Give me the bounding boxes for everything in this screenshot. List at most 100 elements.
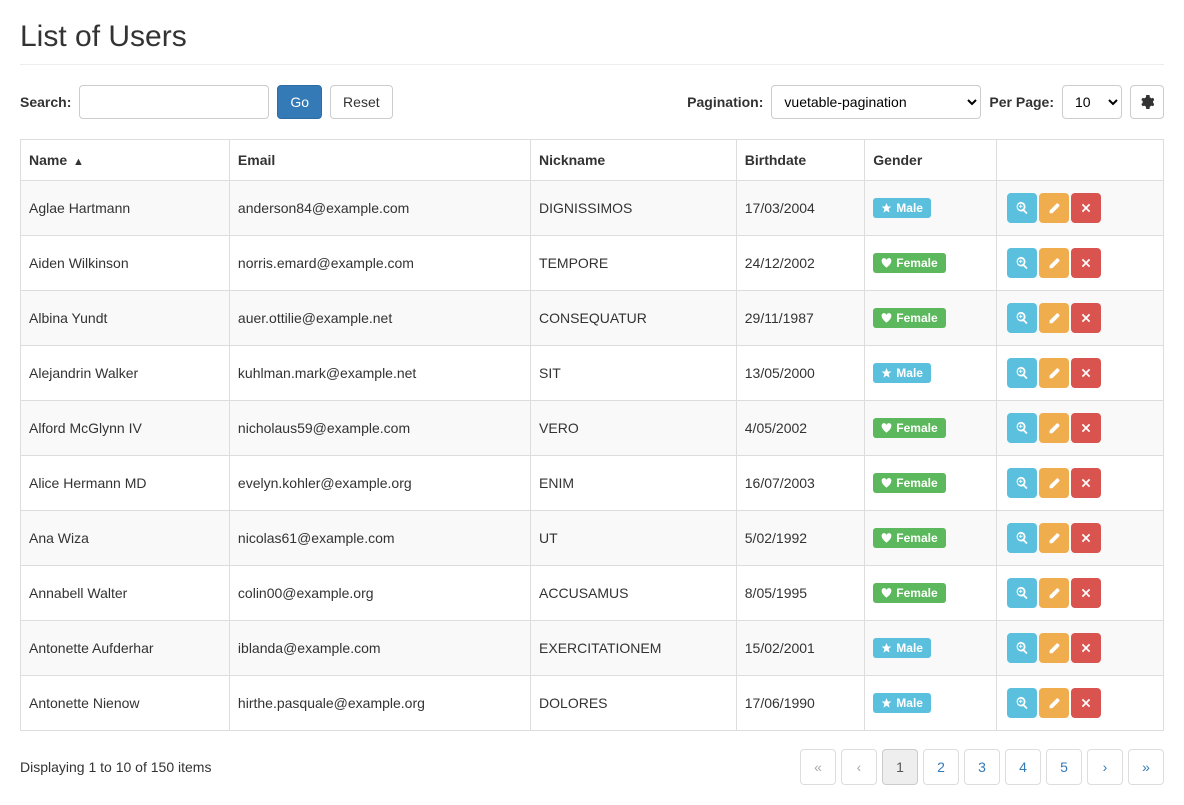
- pagination-label: Pagination:: [687, 94, 763, 110]
- cell-name: Alice Hermann MD: [21, 456, 230, 511]
- cell-birthdate: 16/07/2003: [736, 456, 865, 511]
- zoom-icon: [1015, 696, 1029, 710]
- cell-name: Annabell Walter: [21, 566, 230, 621]
- view-button[interactable]: [1007, 688, 1037, 718]
- cell-name: Alford McGlynn IV: [21, 401, 230, 456]
- edit-button[interactable]: [1039, 303, 1069, 333]
- edit-button[interactable]: [1039, 633, 1069, 663]
- cell-gender: Female: [865, 401, 997, 456]
- view-button[interactable]: [1007, 578, 1037, 608]
- cell-gender: Male: [865, 621, 997, 676]
- view-button[interactable]: [1007, 523, 1037, 553]
- page-number[interactable]: 1: [882, 749, 918, 785]
- edit-button[interactable]: [1039, 688, 1069, 718]
- cell-email: hirthe.pasquale@example.org: [229, 676, 530, 731]
- column-header-birthdate[interactable]: Birthdate: [736, 140, 865, 181]
- edit-button[interactable]: [1039, 413, 1069, 443]
- cell-birthdate: 24/12/2002: [736, 236, 865, 291]
- delete-button[interactable]: [1071, 578, 1101, 608]
- table-row: Aiden Wilkinsonnorris.emard@example.comT…: [21, 236, 1164, 291]
- pagination-select[interactable]: vuetable-pagination: [771, 85, 981, 119]
- edit-button[interactable]: [1039, 248, 1069, 278]
- cell-name: Aiden Wilkinson: [21, 236, 230, 291]
- heart-icon: [881, 313, 892, 324]
- delete-icon: [1079, 366, 1093, 380]
- delete-icon: [1079, 586, 1093, 600]
- pencil-icon: [1047, 311, 1061, 325]
- column-header-gender[interactable]: Gender: [865, 140, 997, 181]
- column-header-nickname[interactable]: Nickname: [531, 140, 737, 181]
- delete-button[interactable]: [1071, 688, 1101, 718]
- page-number[interactable]: 2: [923, 749, 959, 785]
- edit-button[interactable]: [1039, 468, 1069, 498]
- settings-button[interactable]: [1130, 85, 1164, 119]
- table-row: Alford McGlynn IVnicholaus59@example.com…: [21, 401, 1164, 456]
- cell-actions: [997, 511, 1164, 566]
- cell-gender: Female: [865, 456, 997, 511]
- delete-button[interactable]: [1071, 413, 1101, 443]
- table-row: Alice Hermann MDevelyn.kohler@example.or…: [21, 456, 1164, 511]
- reset-button[interactable]: Reset: [330, 85, 393, 119]
- cell-actions: [997, 181, 1164, 236]
- delete-icon: [1079, 696, 1093, 710]
- view-button[interactable]: [1007, 248, 1037, 278]
- cell-birthdate: 15/02/2001: [736, 621, 865, 676]
- cell-birthdate: 13/05/2000: [736, 346, 865, 401]
- column-header-name[interactable]: Name ▲: [21, 140, 230, 181]
- heart-icon: [881, 588, 892, 599]
- gender-badge: Female: [873, 583, 945, 603]
- edit-button[interactable]: [1039, 523, 1069, 553]
- column-header-email[interactable]: Email: [229, 140, 530, 181]
- page-number[interactable]: 4: [1005, 749, 1041, 785]
- page-number[interactable]: 3: [964, 749, 1000, 785]
- cell-name: Aglae Hartmann: [21, 181, 230, 236]
- edit-button[interactable]: [1039, 358, 1069, 388]
- perpage-select[interactable]: 10: [1062, 85, 1122, 119]
- gender-badge: Female: [873, 473, 945, 493]
- view-button[interactable]: [1007, 633, 1037, 663]
- delete-button[interactable]: [1071, 468, 1101, 498]
- pencil-icon: [1047, 476, 1061, 490]
- cell-gender: Male: [865, 676, 997, 731]
- toolbar: Search: Go Reset Pagination: vuetable-pa…: [20, 85, 1164, 119]
- zoom-icon: [1015, 641, 1029, 655]
- zoom-icon: [1015, 531, 1029, 545]
- view-button[interactable]: [1007, 303, 1037, 333]
- view-button[interactable]: [1007, 413, 1037, 443]
- page-prev[interactable]: ‹: [841, 749, 877, 785]
- cell-actions: [997, 291, 1164, 346]
- go-button[interactable]: Go: [277, 85, 322, 119]
- pagination: « ‹ 12345 › »: [800, 749, 1164, 785]
- zoom-icon: [1015, 586, 1029, 600]
- cell-name: Antonette Nienow: [21, 676, 230, 731]
- page-next[interactable]: ›: [1087, 749, 1123, 785]
- view-button[interactable]: [1007, 358, 1037, 388]
- view-button[interactable]: [1007, 193, 1037, 223]
- zoom-icon: [1015, 476, 1029, 490]
- cell-nickname: CONSEQUATUR: [531, 291, 737, 346]
- edit-button[interactable]: [1039, 578, 1069, 608]
- page-title: List of Users: [20, 20, 1164, 54]
- page-last[interactable]: »: [1128, 749, 1164, 785]
- column-header-actions: [997, 140, 1164, 181]
- table-row: Antonette Nienowhirthe.pasquale@example.…: [21, 676, 1164, 731]
- delete-button[interactable]: [1071, 193, 1101, 223]
- cell-name: Ana Wiza: [21, 511, 230, 566]
- delete-button[interactable]: [1071, 358, 1101, 388]
- star-icon: [881, 643, 892, 654]
- table-row: Aglae Hartmannanderson84@example.comDIGN…: [21, 181, 1164, 236]
- page-number[interactable]: 5: [1046, 749, 1082, 785]
- gender-badge: Male: [873, 693, 931, 713]
- edit-button[interactable]: [1039, 193, 1069, 223]
- delete-button[interactable]: [1071, 248, 1101, 278]
- users-table: Name ▲ Email Nickname Birthdate Gender A…: [20, 139, 1164, 731]
- search-input[interactable]: [79, 85, 269, 119]
- pagination-info: Displaying 1 to 10 of 150 items: [20, 759, 211, 775]
- page-first[interactable]: «: [800, 749, 836, 785]
- delete-button[interactable]: [1071, 523, 1101, 553]
- delete-button[interactable]: [1071, 303, 1101, 333]
- view-button[interactable]: [1007, 468, 1037, 498]
- delete-button[interactable]: [1071, 633, 1101, 663]
- cell-actions: [997, 236, 1164, 291]
- cell-actions: [997, 621, 1164, 676]
